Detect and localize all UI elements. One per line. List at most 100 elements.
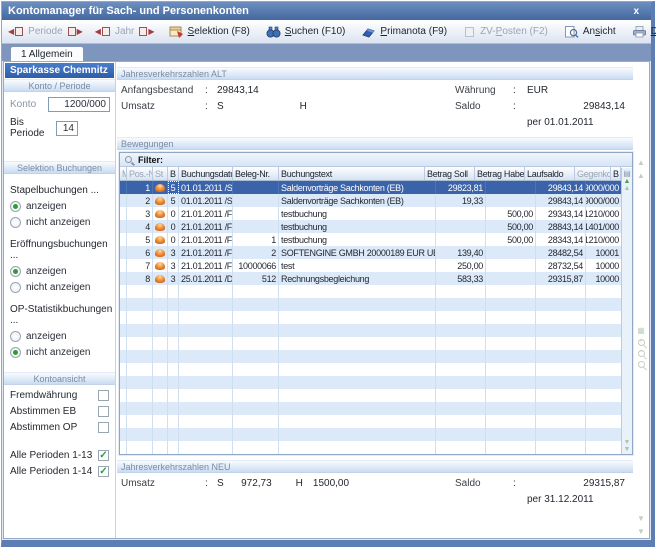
- table-empty-row[interactable]: [120, 415, 632, 428]
- column-header[interactable]: Betrag Soll: [425, 167, 475, 180]
- cell-pos: 1: [127, 181, 153, 194]
- periode-next-button[interactable]: ▶: [68, 27, 83, 36]
- table-empty-row[interactable]: [120, 428, 632, 441]
- checkbox-row[interactable]: Alle Perioden 1-14✓: [10, 465, 109, 477]
- cell-empty: [436, 402, 486, 415]
- checkbox-icon[interactable]: [98, 422, 109, 433]
- checkbox-icon[interactable]: ✓: [98, 466, 109, 477]
- table-row[interactable]: 6321.01.2011 /Fr2SOFTENGINE GMBH 2000018…: [120, 246, 632, 259]
- table-empty-row[interactable]: [120, 337, 632, 350]
- table-empty-row[interactable]: [120, 363, 632, 376]
- table-empty-row[interactable]: [120, 285, 632, 298]
- jahr-prev-button[interactable]: ◀: [95, 27, 110, 36]
- checkbox-row[interactable]: Alle Perioden 1-13✓: [10, 449, 109, 461]
- ansicht-button[interactable]: Ansicht: [559, 23, 621, 40]
- checkbox-row[interactable]: Abstimmen OP: [10, 421, 109, 433]
- column-header[interactable]: Beleg-Nr.: [233, 167, 279, 180]
- cell-lauf: 28482,54: [536, 246, 586, 259]
- column-header[interactable]: M: [120, 167, 127, 180]
- table-empty-row[interactable]: [120, 389, 632, 402]
- tab-allgemein[interactable]: 1 Allgemein: [10, 46, 84, 61]
- table-empty-row[interactable]: [120, 298, 632, 311]
- section-kontoansicht: Kontoansicht: [4, 372, 115, 385]
- radio-button-icon[interactable]: [10, 266, 21, 277]
- periode-prev-button[interactable]: ◀: [8, 27, 23, 36]
- checkbox-row[interactable]: Fremdwährung: [10, 389, 109, 401]
- cell-empty: [120, 285, 127, 298]
- neu-saldo-row: Saldo : 29315,87: [455, 478, 625, 489]
- close-button[interactable]: x: [627, 6, 645, 17]
- table-row[interactable]: 2501.01.2011 /SaSaldenvorträge Sachkonte…: [120, 194, 632, 207]
- table-empty-row[interactable]: [120, 350, 632, 363]
- table-row[interactable]: 7321.01.2011 /Fr10000066test250,0028732,…: [120, 259, 632, 272]
- drucken-button[interactable]: Drucken: [627, 23, 656, 40]
- radio-button-icon[interactable]: [10, 347, 21, 358]
- column-header[interactable]: Pos.-Nr▾: [127, 167, 153, 180]
- radio-option[interactable]: nicht anzeigen: [10, 347, 115, 358]
- grid-view-icon[interactable]: ▦: [637, 326, 645, 335]
- strip-down-icon[interactable]: ▼: [637, 514, 645, 523]
- table-empty-row[interactable]: [120, 441, 632, 454]
- cell-empty: [279, 324, 436, 337]
- scroll-up-page-icon[interactable]: ▲: [624, 185, 631, 192]
- table-row[interactable]: 8325.01.2011 /Di512Rechnungsbegleichung5…: [120, 272, 632, 285]
- table-row[interactable]: 3021.01.2011 /Frtestbuchung500,0029343,1…: [120, 207, 632, 220]
- radio-option[interactable]: anzeigen: [10, 331, 115, 342]
- radio-option[interactable]: nicht anzeigen: [10, 217, 115, 228]
- zoom-in-icon[interactable]: [638, 339, 645, 346]
- zoom-out-icon[interactable]: [638, 350, 645, 357]
- arrow-right-icon: ▶: [77, 28, 83, 36]
- radio-button-icon[interactable]: [10, 282, 21, 293]
- filter-bar[interactable]: Filter:: [120, 153, 632, 167]
- column-header[interactable]: Betrag Haben: [475, 167, 525, 180]
- column-header[interactable]: Buchungsdatum: [179, 167, 233, 180]
- arrow-left-icon: ◀: [95, 28, 101, 36]
- cell-empty: [436, 298, 486, 311]
- row-options-icon[interactable]: ▤: [623, 169, 631, 178]
- selektion-icon: [169, 25, 184, 38]
- checkbox-icon[interactable]: ✓: [98, 450, 109, 461]
- scroll-down-page-icon[interactable]: ▼: [624, 439, 631, 446]
- column-header[interactable]: B: [611, 167, 621, 180]
- cell-empty: [153, 324, 168, 337]
- primanota-button[interactable]: Primanota (F9): [356, 24, 452, 40]
- strip-up2-icon[interactable]: ▲: [637, 171, 645, 180]
- radio-group-title: Eröffnungsbuchungen ...: [10, 239, 115, 261]
- table-row[interactable]: 5021.01.2011 /Fr1testbuchung500,0028343,…: [120, 233, 632, 246]
- column-header[interactable]: Gegenkonto: [575, 167, 611, 180]
- column-header[interactable]: Laufsaldo: [525, 167, 575, 180]
- strip-up-icon[interactable]: ▲: [637, 158, 645, 167]
- table-empty-row[interactable]: [120, 311, 632, 324]
- radio-button-icon[interactable]: [10, 331, 21, 342]
- radio-button-icon[interactable]: [10, 217, 21, 228]
- cell-beleg: 1: [233, 233, 279, 246]
- bis-periode-input[interactable]: 14: [56, 121, 78, 136]
- checkbox-icon[interactable]: [98, 390, 109, 401]
- cell-empty: [486, 376, 536, 389]
- column-header[interactable]: St: [153, 167, 168, 180]
- radio-button-icon[interactable]: [10, 201, 21, 212]
- checkbox-icon[interactable]: [98, 406, 109, 417]
- column-header[interactable]: B: [168, 167, 179, 180]
- selektion-button[interactable]: Selektion (F8): [164, 23, 255, 40]
- zoom-icon[interactable]: [638, 361, 645, 368]
- jahr-next-button[interactable]: ▶: [139, 27, 154, 36]
- suchen-button[interactable]: Suchen (F10): [261, 24, 351, 40]
- radio-option[interactable]: anzeigen: [10, 266, 115, 277]
- column-header[interactable]: Buchungstext: [279, 167, 425, 180]
- table-empty-row[interactable]: [120, 402, 632, 415]
- scroll-up-icon[interactable]: ▲: [624, 178, 631, 185]
- strip-down2-icon[interactable]: ▼: [637, 527, 645, 536]
- table-row[interactable]: 1501.01.2011 /SaSaldenvorträge Sachkonte…: [120, 181, 632, 194]
- table-empty-row[interactable]: [120, 376, 632, 389]
- scroll-down-icon[interactable]: ▼: [624, 446, 631, 453]
- radio-option[interactable]: nicht anzeigen: [10, 282, 115, 293]
- radio-option[interactable]: anzeigen: [10, 201, 115, 212]
- window-titlebar[interactable]: Kontomanager für Sach- und Personenkonte…: [2, 2, 651, 20]
- table-empty-row[interactable]: [120, 324, 632, 337]
- grid-scrollbar[interactable]: ▤ ▲ ▲ ▼ ▼: [621, 168, 632, 454]
- konto-input[interactable]: 1200/000: [48, 97, 110, 112]
- table-row[interactable]: 4021.01.2011 /Frtestbuchung500,0028843,1…: [120, 220, 632, 233]
- cell-empty: [153, 389, 168, 402]
- checkbox-row[interactable]: Abstimmen EB: [10, 405, 109, 417]
